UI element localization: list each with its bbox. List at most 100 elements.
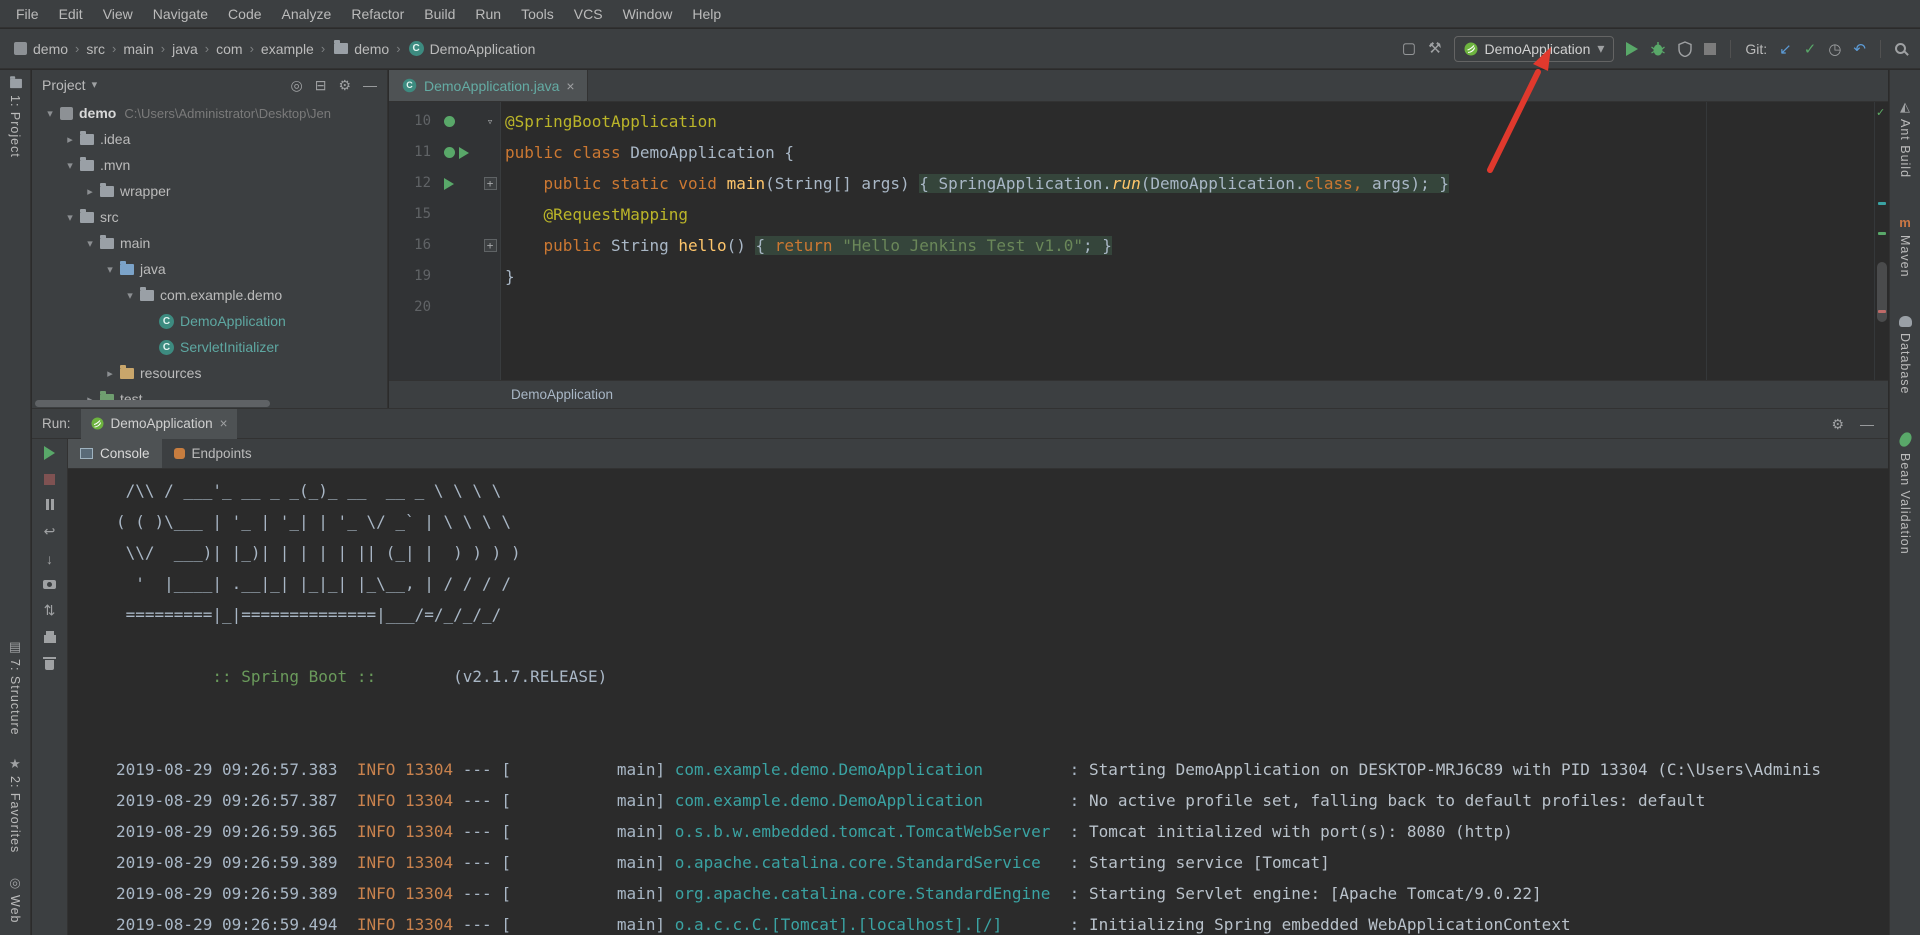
tree-item-resources[interactable]: resources — [32, 360, 387, 386]
select-opened-file-icon[interactable] — [290, 78, 302, 92]
chevron-right-icon[interactable] — [82, 185, 98, 198]
hide-panel-icon[interactable] — [363, 78, 377, 92]
fold-expand-icon[interactable] — [484, 177, 497, 190]
chevron-down-icon[interactable] — [102, 263, 118, 276]
toolwindow-button-ant-build[interactable]: Ant Build — [1898, 100, 1912, 178]
tree-item-main[interactable]: main — [32, 230, 387, 256]
breadcrumb-item[interactable]: main — [123, 41, 153, 57]
menu-item[interactable]: Build — [414, 6, 465, 22]
menu-item[interactable]: Refactor — [341, 6, 414, 22]
stop-button[interactable] — [1704, 43, 1716, 55]
tree-item-label: .mvn — [100, 157, 130, 173]
hide-panel-icon[interactable] — [1860, 417, 1874, 431]
settings-icon[interactable] — [338, 78, 351, 92]
run-gutter-icon[interactable] — [444, 178, 454, 190]
editor-error-stripe[interactable] — [1874, 102, 1888, 380]
tree-item-java[interactable]: java — [32, 256, 387, 282]
tree-item-demo[interactable]: demo C:\Users\Administrator\Desktop\Jen — [32, 100, 387, 126]
breadcrumb-item[interactable]: demo — [354, 41, 389, 57]
menu-item[interactable]: VCS — [564, 6, 613, 22]
toolwindow-layout-button[interactable] — [1402, 41, 1416, 56]
close-icon[interactable] — [566, 78, 574, 94]
build-hammer-button[interactable] — [1428, 41, 1441, 56]
run-gutter-icon[interactable] — [459, 147, 469, 159]
tree-item-idea[interactable]: .idea — [32, 126, 387, 152]
horizontal-scrollbar[interactable] — [35, 400, 270, 407]
run-configuration-select[interactable]: DemoApplication — [1454, 36, 1615, 62]
editor-tab[interactable]: DemoApplication.java — [389, 70, 588, 101]
collapse-all-icon[interactable] — [315, 78, 327, 92]
menu-item[interactable]: Run — [465, 6, 511, 22]
breadcrumb-item[interactable]: src — [86, 41, 105, 57]
stop-button[interactable] — [44, 474, 55, 485]
git-update-button[interactable] — [1779, 40, 1792, 58]
spring-bean-gutter-icon[interactable] — [444, 147, 455, 158]
run-tab[interactable]: DemoApplication — [81, 409, 238, 439]
breadcrumb-item[interactable]: DemoApplication — [430, 41, 536, 57]
pause-output-button[interactable] — [46, 499, 54, 510]
log-line: 2019-08-29 09:26:57.383 INFO 13304 --- [… — [116, 754, 1888, 785]
git-history-button[interactable] — [1828, 40, 1841, 58]
tree-item-mvn[interactable]: .mvn — [32, 152, 387, 178]
project-panel-title[interactable]: Project — [42, 77, 86, 93]
tree-item-servletinitializer[interactable]: ServletInitializer — [32, 334, 387, 360]
tree-item-src[interactable]: src — [32, 204, 387, 230]
fold-expand-icon[interactable] — [484, 239, 497, 252]
close-icon[interactable] — [220, 416, 228, 431]
breadcrumb-item[interactable]: DemoApplication — [511, 387, 613, 402]
toolwindow-button-structure[interactable]: 7: Structure — [8, 640, 22, 736]
toolwindow-button-bean-validation[interactable]: Bean Validation — [1898, 432, 1912, 555]
chevron-down-icon[interactable] — [62, 211, 78, 224]
expand-collapse-button[interactable] — [44, 603, 56, 617]
chevron-down-icon[interactable] — [122, 289, 138, 302]
tab-endpoints[interactable]: Endpoints — [162, 439, 264, 468]
menu-item[interactable]: File — [6, 6, 49, 22]
coverage-button[interactable] — [1678, 41, 1692, 57]
debug-button[interactable] — [1650, 41, 1666, 57]
toolwindow-button-project[interactable]: 1: Project — [7, 78, 23, 158]
chevron-down-icon[interactable] — [92, 78, 98, 91]
chevron-down-icon[interactable] — [42, 107, 58, 120]
fold-collapse-icon[interactable] — [487, 106, 494, 137]
menu-item[interactable]: Edit — [49, 6, 93, 22]
git-commit-button[interactable] — [1804, 40, 1817, 58]
console-output[interactable]: /\\ / ___'_ __ _ _(_)_ __ __ _ \ \ \ \( … — [68, 469, 1888, 935]
menu-item[interactable]: Code — [218, 6, 271, 22]
chevron-down-icon[interactable] — [82, 237, 98, 250]
toolwindow-button-web[interactable]: Web — [8, 876, 22, 923]
vertical-scrollbar[interactable] — [1877, 262, 1887, 322]
chevron-down-icon[interactable] — [62, 159, 78, 172]
toolwindow-button-database[interactable]: Database — [1898, 316, 1912, 395]
git-rollback-button[interactable] — [1853, 40, 1866, 58]
breadcrumb-item[interactable]: demo — [33, 41, 68, 57]
tree-item-wrapper[interactable]: wrapper — [32, 178, 387, 204]
breadcrumb-item[interactable]: java — [172, 41, 198, 57]
clear-all-button[interactable] — [45, 660, 54, 670]
tab-console[interactable]: Console — [68, 439, 162, 468]
menu-item[interactable]: View — [93, 6, 143, 22]
soft-wrap-button[interactable] — [44, 524, 56, 538]
rerun-button[interactable] — [44, 446, 55, 460]
scroll-to-end-button[interactable] — [46, 552, 53, 566]
spring-bean-gutter-icon[interactable] — [444, 116, 455, 127]
chevron-right-icon[interactable] — [62, 133, 78, 146]
settings-icon[interactable] — [1831, 417, 1844, 431]
code-editor[interactable]: 10@SpringBootApplication11public class D… — [389, 102, 1874, 380]
chevron-right-icon[interactable] — [102, 367, 118, 380]
menu-item[interactable]: Tools — [511, 6, 564, 22]
toolwindow-button-favorites[interactable]: 2: Favorites — [8, 757, 22, 853]
menu-item[interactable]: Analyze — [272, 6, 342, 22]
menu-item[interactable]: Window — [613, 6, 683, 22]
search-everywhere-button[interactable] — [1895, 43, 1906, 54]
breadcrumb-item[interactable]: example — [261, 41, 314, 57]
toolwindow-button-maven[interactable]: Maven — [1898, 216, 1912, 278]
print-button[interactable] — [44, 635, 56, 643]
thread-dump-button[interactable] — [43, 580, 56, 589]
menu-item[interactable]: Navigate — [143, 6, 218, 22]
breadcrumb-item[interactable]: com — [216, 41, 242, 57]
tree-item-package[interactable]: com.example.demo — [32, 282, 387, 308]
tree-item-demoapplication[interactable]: DemoApplication — [32, 308, 387, 334]
menu-item[interactable]: Help — [682, 6, 731, 22]
run-button[interactable] — [1626, 42, 1638, 56]
console-logs: 2019-08-29 09:26:57.383 INFO 13304 --- [… — [116, 754, 1888, 935]
